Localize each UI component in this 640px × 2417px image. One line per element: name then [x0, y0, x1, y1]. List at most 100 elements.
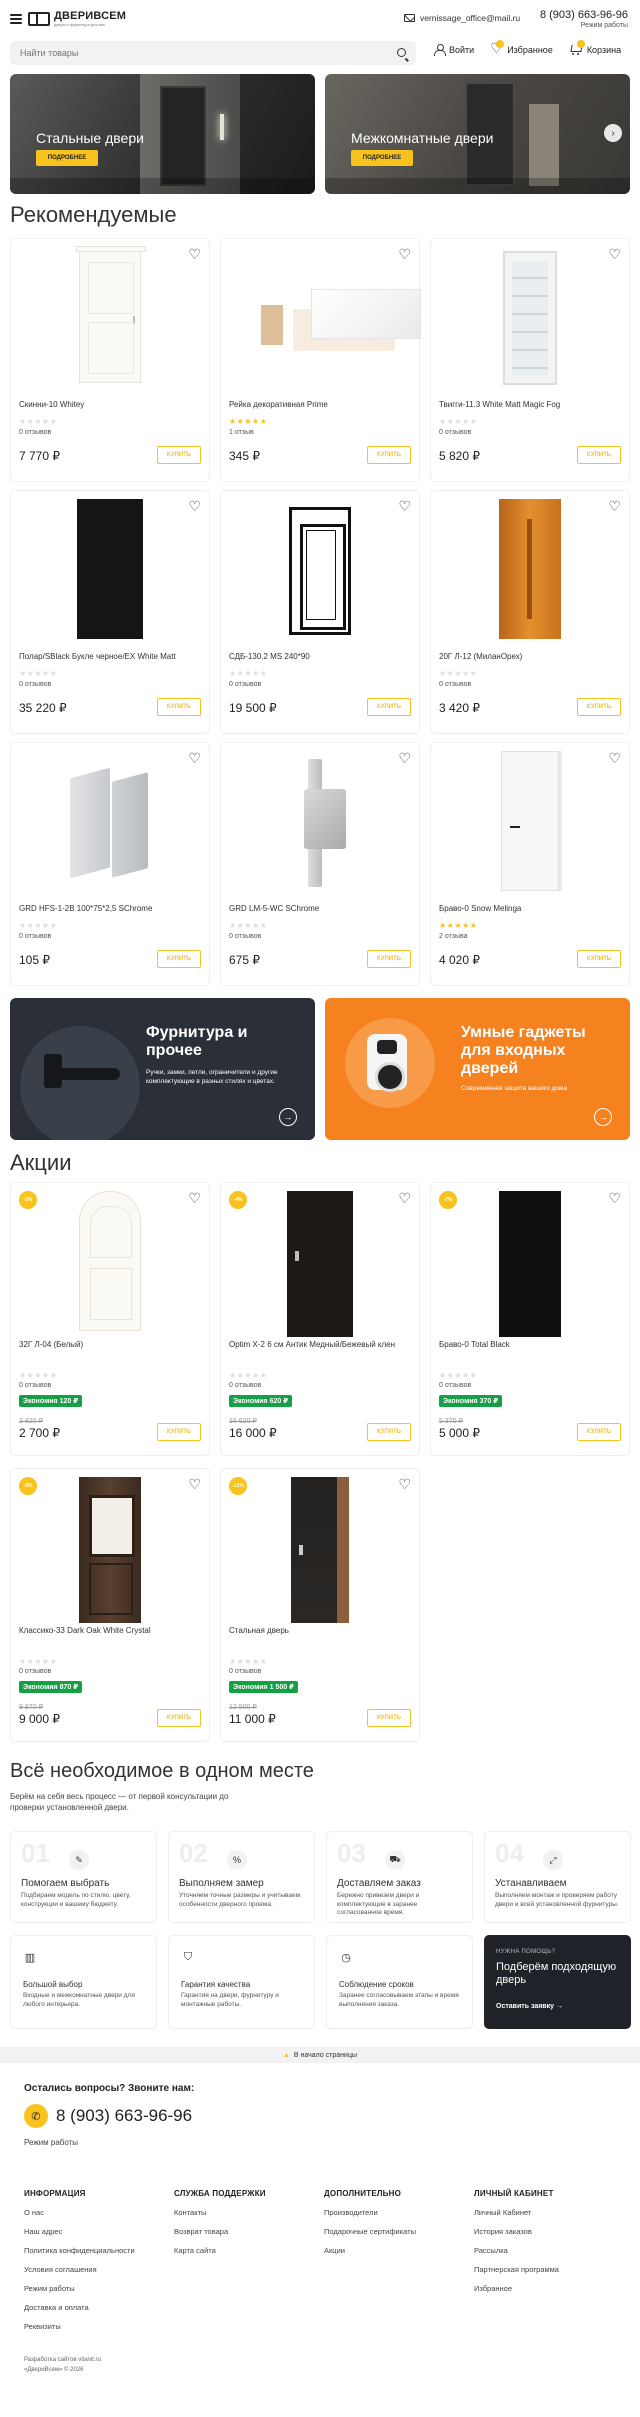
product-card[interactable]: -7% ♡ Браво-0 Total Black ★★★★★ 0 отзыво…	[430, 1182, 630, 1456]
heart-icon[interactable]: ♡	[188, 1191, 201, 1205]
heart-icon[interactable]: ♡	[398, 1191, 411, 1205]
footer-link[interactable]: Производители	[324, 2208, 474, 2217]
footer-link[interactable]: Контакты	[174, 2208, 324, 2217]
search-input[interactable]	[20, 48, 380, 58]
product-card[interactable]: ♡ Рейка декоративная Prime ★★★★★ 1 отзыв…	[220, 238, 421, 482]
developer-credit[interactable]: Разработка сайтов vitanit.ru	[24, 2355, 616, 2365]
product-name[interactable]: Полар/SBlack Букле черное/EX White Matt	[19, 651, 201, 662]
header-email[interactable]: vernissage_office@mail.ru	[404, 13, 520, 23]
footer-link[interactable]: Карта сайта	[174, 2246, 324, 2255]
buy-button[interactable]: КУПИТЬ	[577, 446, 621, 464]
heart-icon[interactable]: ♡	[398, 499, 411, 513]
footer-link[interactable]: Личный Кабинет	[474, 2208, 624, 2217]
hero-banners: Стальные двери ПОДРОБНЕЕ Межкомнатные дв…	[0, 68, 640, 194]
working-hours-link[interactable]: Режим работы	[540, 22, 628, 29]
heart-icon[interactable]: ♡	[398, 247, 411, 261]
footer-link[interactable]: История заказов	[474, 2227, 624, 2236]
heart-icon[interactable]: ♡	[188, 1477, 201, 1491]
heart-icon[interactable]: ♡	[608, 751, 621, 765]
product-name[interactable]: Скинни-10 Whitey	[19, 399, 201, 410]
footer-link[interactable]: Условия соглашения	[24, 2265, 174, 2274]
buy-button[interactable]: КУПИТЬ	[367, 1709, 411, 1727]
footer-link[interactable]: Возврат товара	[174, 2227, 324, 2236]
buy-button[interactable]: КУПИТЬ	[157, 1709, 201, 1727]
buy-button[interactable]: КУПИТЬ	[367, 1423, 411, 1441]
product-name[interactable]: Твигги-11.3 White Matt Magic Fog	[439, 399, 621, 410]
arrow-right-icon[interactable]: →	[279, 1108, 297, 1126]
feature-smart-gadgets[interactable]: Умные гаджеты для входных дверей Совреме…	[325, 998, 630, 1140]
buy-button[interactable]: КУПИТЬ	[577, 1423, 621, 1441]
buy-button[interactable]: КУПИТЬ	[157, 698, 201, 716]
heart-icon[interactable]: ♡	[188, 751, 201, 765]
login-button[interactable]: Войти	[434, 44, 474, 56]
footer-link[interactable]: Акции	[324, 2246, 474, 2255]
buy-button[interactable]: КУПИТЬ	[367, 446, 411, 464]
leave-request-link[interactable]: Оставить заявку →	[496, 2003, 563, 2010]
buy-button[interactable]: КУПИТЬ	[157, 950, 201, 968]
hero-steel-doors[interactable]: Стальные двери ПОДРОБНЕЕ	[10, 74, 315, 194]
footer-hours-link[interactable]: Режим работы	[24, 2138, 616, 2147]
product-name[interactable]: GRD HFS-1-2B 100*75*2,5 SChrome	[19, 903, 201, 914]
back-to-top-button[interactable]: ▲ В начало страницы	[0, 2047, 640, 2063]
arrow-right-icon[interactable]: →	[594, 1108, 612, 1126]
heart-icon[interactable]: ♡	[398, 1477, 411, 1491]
hero-more-button[interactable]: ПОДРОБНЕЕ	[351, 150, 413, 166]
product-name[interactable]: Браво-0 Total Black	[439, 1339, 621, 1350]
heart-icon[interactable]: ♡	[608, 1191, 621, 1205]
footer-link[interactable]: Реквизиты	[24, 2322, 174, 2331]
product-card[interactable]: ♡ GRD HFS-1-2B 100*75*2,5 SChrome ★★★★★ …	[10, 742, 210, 986]
menu-icon[interactable]	[10, 14, 22, 24]
hero-more-button[interactable]: ПОДРОБНЕЕ	[36, 150, 98, 166]
hero-interior-doors[interactable]: Межкомнатные двери ПОДРОБНЕЕ ›	[325, 74, 630, 194]
product-card[interactable]: ♡ Твигги-11.3 White Matt Magic Fog ★★★★★…	[430, 238, 630, 482]
feature-hardware[interactable]: Фурнитура и прочее Ручки, замки, петли, …	[10, 998, 315, 1140]
product-name[interactable]: Рейка декоративная Prime	[229, 399, 411, 410]
buy-button[interactable]: КУПИТЬ	[367, 950, 411, 968]
header-phone[interactable]: 8 (903) 663-96-96 Режим работы	[540, 9, 628, 29]
product-card[interactable]: ♡ Браво-0 Snow Melinga ★★★★★ 2 отзыва 4 …	[430, 742, 630, 986]
logo[interactable]: ДВЕРИВСЕМ двери и фурнитура для вас	[28, 11, 126, 27]
buy-button[interactable]: КУПИТЬ	[367, 698, 411, 716]
product-card[interactable]: -5% ♡ 32Г Л-04 (Белый) ★★★★★ 0 отзывов Э…	[10, 1182, 210, 1456]
footer-link[interactable]: Политика конфиденциальности	[24, 2246, 174, 2255]
product-card[interactable]: -12% ♡ Стальная дверь ★★★★★ 0 отзывов Эк…	[220, 1468, 420, 1742]
product-name[interactable]: Стальная дверь	[229, 1625, 411, 1636]
product-card[interactable]: -9% ♡ Классико-33 Dark Oak White Crystal…	[10, 1468, 210, 1742]
product-card[interactable]: ♡ Скинни-10 Whitey ★★★★★ 0 отзывов 7 770…	[10, 238, 210, 482]
product-card[interactable]: ♡ GRD LM-5-WC SChrome ★★★★★ 0 отзывов 67…	[220, 742, 420, 986]
footer-link[interactable]: Наш адрес	[24, 2227, 174, 2236]
heart-icon[interactable]: ♡	[398, 751, 411, 765]
footer-link[interactable]: Партнерская программа	[474, 2265, 624, 2274]
heart-icon[interactable]: ♡	[188, 247, 201, 261]
footer-link[interactable]: О нас	[24, 2208, 174, 2217]
phone-icon: ✆	[24, 2104, 48, 2128]
footer-link[interactable]: Избранное	[474, 2284, 624, 2293]
footer-link[interactable]: Доставка и оплата	[24, 2303, 174, 2312]
product-card[interactable]: -4% ♡ Optim X-2 6 см Антик Медный/Бежевы…	[220, 1182, 420, 1456]
product-name[interactable]: GRD LM-5-WC SChrome	[229, 903, 411, 914]
buy-button[interactable]: КУПИТЬ	[577, 698, 621, 716]
product-name[interactable]: 20Г Л-12 (МиланОрех)	[439, 651, 621, 662]
buy-button[interactable]: КУПИТЬ	[157, 446, 201, 464]
product-name[interactable]: СДБ-130.2 MS 240*90	[229, 651, 411, 662]
buy-button[interactable]: КУПИТЬ	[577, 950, 621, 968]
product-name[interactable]: Optim X-2 6 см Антик Медный/Бежевый клен	[229, 1339, 411, 1350]
product-card[interactable]: ♡ СДБ-130.2 MS 240*90 ★★★★★ 0 отзывов 19…	[220, 490, 420, 734]
heart-icon[interactable]: ♡	[188, 499, 201, 513]
heart-icon[interactable]: ♡	[608, 499, 621, 513]
product-card[interactable]: ♡ Полар/SBlack Букле черное/EX White Mat…	[10, 490, 210, 734]
footer-link[interactable]: Режим работы	[24, 2284, 174, 2293]
product-name[interactable]: Классико-33 Dark Oak White Crystal	[19, 1625, 201, 1636]
footer-link[interactable]: Рассылка	[474, 2246, 624, 2255]
product-name[interactable]: 32Г Л-04 (Белый)	[19, 1339, 201, 1350]
product-name[interactable]: Браво-0 Snow Melinga	[439, 903, 621, 914]
search-icon[interactable]	[397, 48, 406, 57]
product-card[interactable]: ♡ 20Г Л-12 (МиланОрех) ★★★★★ 0 отзывов 3…	[430, 490, 630, 734]
favorites-button[interactable]: Избранное	[490, 40, 553, 57]
cart-button[interactable]: Корзина	[569, 40, 621, 55]
heart-icon[interactable]: ♡	[608, 247, 621, 261]
footer-phone[interactable]: 8 (903) 663-96-96	[56, 2106, 192, 2126]
footer-link[interactable]: Подарочные сертификаты	[324, 2227, 474, 2236]
chevron-right-icon[interactable]: ›	[604, 124, 622, 142]
buy-button[interactable]: КУПИТЬ	[157, 1423, 201, 1441]
